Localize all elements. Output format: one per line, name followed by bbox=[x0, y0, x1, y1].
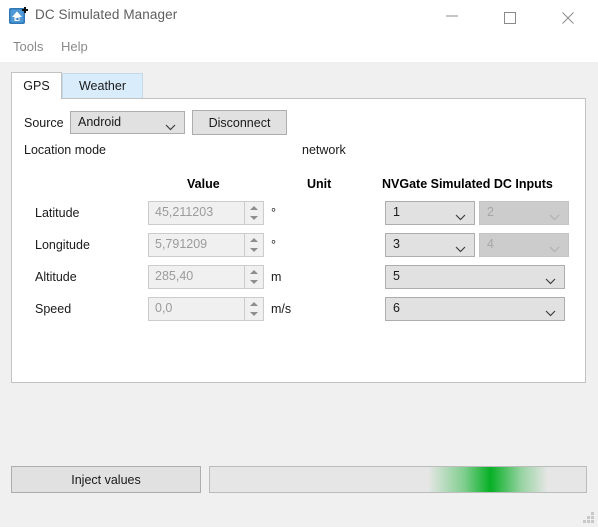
stepper-up-icon[interactable] bbox=[250, 270, 258, 274]
chevron-down-icon bbox=[549, 242, 560, 256]
latitude-value: 45,211203 bbox=[155, 205, 214, 219]
column-header-unit: Unit bbox=[307, 177, 332, 191]
longitude-unit: ° bbox=[271, 238, 276, 252]
menu-item-help[interactable]: Help bbox=[56, 37, 93, 56]
longitude-spinner[interactable]: 5,791209 bbox=[148, 233, 264, 257]
stepper-up-icon[interactable] bbox=[250, 238, 258, 242]
minimize-button[interactable] bbox=[430, 0, 476, 32]
close-icon bbox=[562, 12, 574, 24]
tab-strip: GPS Weather bbox=[11, 72, 586, 99]
disconnect-button-label: Disconnect bbox=[208, 115, 271, 130]
latitude-unit: ° bbox=[271, 206, 276, 220]
window-title: DC Simulated Manager bbox=[35, 7, 178, 22]
chevron-down-icon bbox=[165, 120, 176, 134]
row-label-altitude: Altitude bbox=[35, 270, 77, 284]
dc-input-value: 4 bbox=[487, 237, 494, 251]
menu-bar: Tools Help bbox=[0, 32, 598, 62]
inject-values-label: Inject values bbox=[71, 472, 141, 487]
stepper-up-icon[interactable] bbox=[250, 206, 258, 210]
chevron-down-icon bbox=[455, 242, 466, 256]
longitude-stepper[interactable] bbox=[244, 234, 263, 256]
stepper-up-icon[interactable] bbox=[250, 302, 258, 306]
source-label: Source bbox=[24, 116, 64, 130]
source-select[interactable]: Android bbox=[70, 111, 185, 134]
chevron-down-icon bbox=[545, 306, 556, 320]
speed-spinner[interactable]: 0,0 bbox=[148, 297, 264, 321]
location-mode-label: Location mode bbox=[24, 143, 107, 157]
dc-input-select-latitude-a[interactable]: 1 bbox=[385, 201, 475, 225]
chevron-down-icon bbox=[455, 210, 466, 224]
progress-bar-marquee bbox=[428, 467, 548, 492]
row-label-latitude: Latitude bbox=[35, 206, 80, 220]
longitude-value: 5,791209 bbox=[155, 237, 208, 251]
disconnect-button[interactable]: Disconnect bbox=[192, 110, 287, 135]
tab-gps[interactable]: GPS bbox=[11, 72, 62, 99]
speed-unit: m/s bbox=[271, 302, 292, 316]
dc-input-value: 2 bbox=[487, 205, 494, 219]
inject-values-button[interactable]: Inject values bbox=[11, 466, 201, 493]
dc-input-select-longitude-a[interactable]: 3 bbox=[385, 233, 475, 257]
column-header-dc-inputs: NVGate Simulated DC Inputs bbox=[382, 177, 553, 191]
resize-grip[interactable] bbox=[582, 511, 595, 524]
column-header-value: Value bbox=[187, 177, 220, 191]
speed-stepper[interactable] bbox=[244, 298, 263, 320]
menu-item-tools[interactable]: Tools bbox=[8, 37, 48, 56]
dc-input-value: 5 bbox=[393, 269, 400, 283]
progress-bar bbox=[209, 466, 587, 493]
stepper-down-icon[interactable] bbox=[250, 216, 258, 220]
tab-weather[interactable]: Weather bbox=[62, 73, 143, 98]
title-bar: DC Simulated Manager bbox=[0, 0, 598, 32]
close-button[interactable] bbox=[546, 0, 592, 32]
maximize-icon bbox=[504, 12, 516, 24]
altitude-stepper[interactable] bbox=[244, 266, 263, 288]
dc-input-value: 3 bbox=[393, 237, 400, 251]
stepper-down-icon[interactable] bbox=[250, 312, 258, 316]
altitude-value: 285,40 bbox=[155, 269, 194, 283]
row-label-speed: Speed bbox=[35, 302, 72, 316]
dc-input-select-altitude[interactable]: 5 bbox=[385, 265, 565, 289]
speed-value: 0,0 bbox=[155, 301, 173, 315]
latitude-stepper[interactable] bbox=[244, 202, 263, 224]
minimize-icon bbox=[446, 15, 458, 17]
row-label-longitude: Longitude bbox=[35, 238, 90, 252]
stepper-down-icon[interactable] bbox=[250, 248, 258, 252]
source-select-value: Android bbox=[78, 115, 122, 129]
altitude-unit: m bbox=[271, 270, 282, 284]
chevron-down-icon bbox=[545, 274, 556, 288]
chevron-down-icon bbox=[549, 210, 560, 224]
dc-input-select-latitude-b: 2 bbox=[479, 201, 569, 225]
stepper-down-icon[interactable] bbox=[250, 280, 258, 284]
dc-input-select-speed[interactable]: 6 bbox=[385, 297, 565, 321]
altitude-spinner[interactable]: 285,40 bbox=[148, 265, 264, 289]
dc-input-select-longitude-b: 4 bbox=[479, 233, 569, 257]
dc-input-value: 6 bbox=[393, 301, 400, 315]
app-icon bbox=[9, 6, 29, 26]
gps-tab-panel: Source Android Disconnect Location mode … bbox=[11, 98, 586, 383]
maximize-button[interactable] bbox=[488, 0, 534, 32]
latitude-spinner[interactable]: 45,211203 bbox=[148, 201, 264, 225]
dc-input-value: 1 bbox=[393, 205, 400, 219]
location-mode-value: network bbox=[302, 143, 346, 157]
